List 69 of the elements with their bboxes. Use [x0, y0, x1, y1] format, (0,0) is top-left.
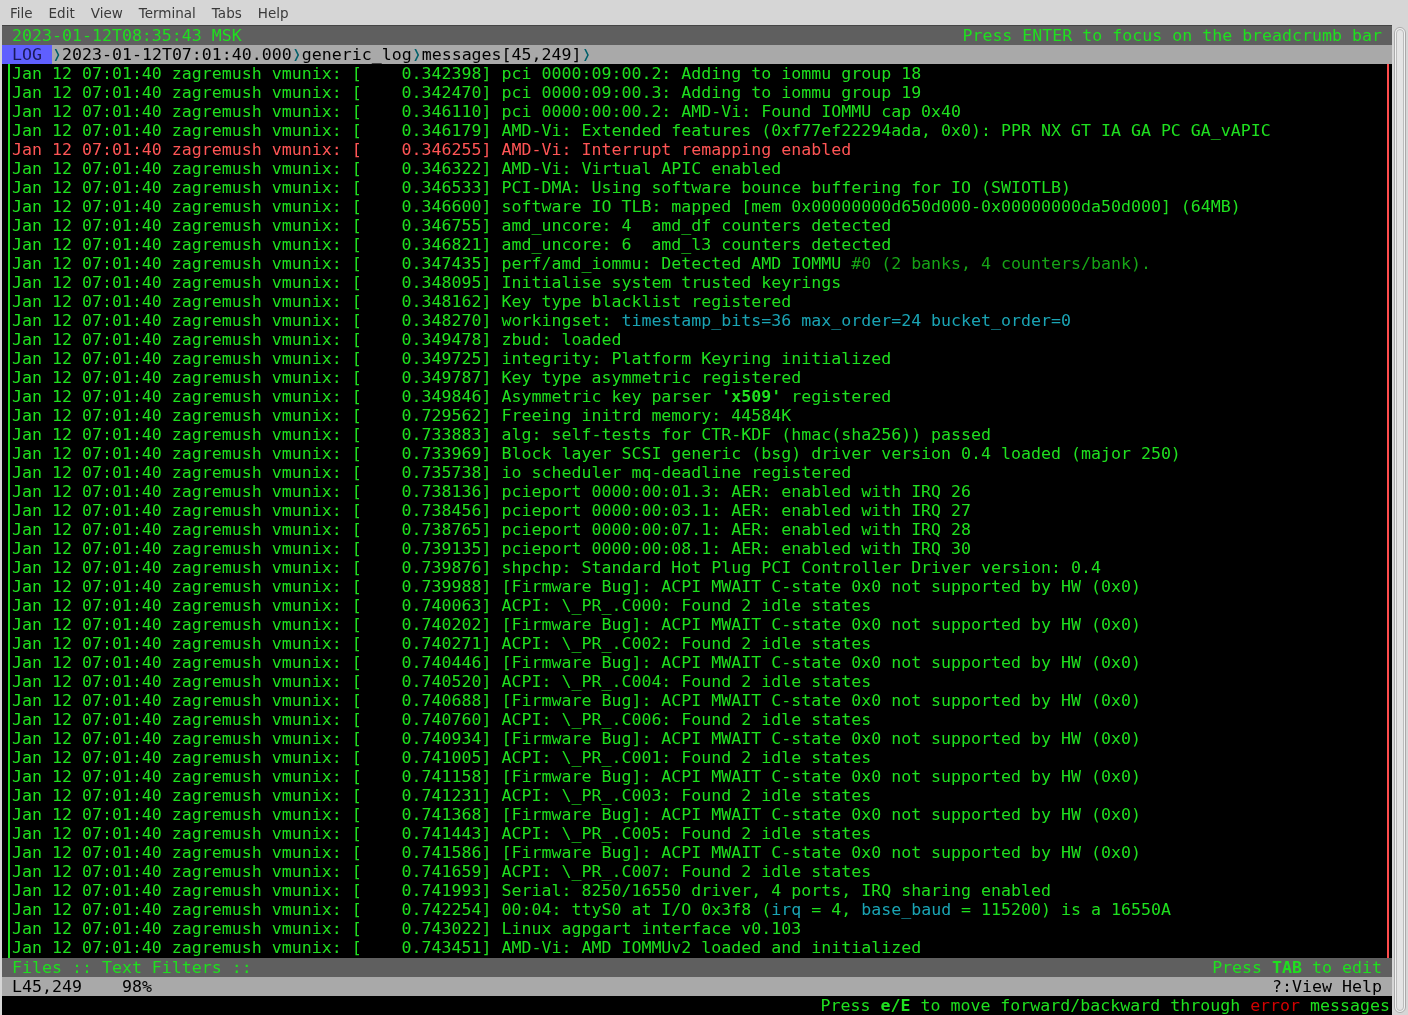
log-line: Jan 12 07:01:40 zagremush vmunix: [ 0.741443] ACPI: \_PR_.C005: Found 2 idle states: [12, 824, 873, 843]
log-line: Jan 12 07:01:40 zagremush vmunix: [ 0.733969] Block layer SCSI generic (bsg) driver version 0.4 loaded (major 250): [12, 444, 1182, 463]
breadcrumb-separator: ❭: [411, 45, 422, 64]
log-line: Jan 12 07:01:40 zagremush vmunix: [ 0.348095] Initialise system trusted keyrings: [12, 273, 843, 292]
log-line: Jan 12 07:01:40 zagremush vmunix: [ 0.741659] ACPI: \_PR_.C007: Found 2 idle states: [12, 862, 873, 881]
log-line: Jan 12 07:01:40 zagremush vmunix: [ 0.346533] PCI-DMA: Using software bounce buffering for IO (SWIOTLB): [12, 178, 1072, 197]
menu-item[interactable]: File: [2, 4, 41, 21]
log-line: Jan 12 07:01:40 zagremush vmunix: [ 0.729562] Freeing initrd memory: 44584K: [12, 406, 793, 425]
log-line: Jan 12 07:01:40 zagremush vmunix: [ 0.733883] alg: self-tests for CTR-KDF (hmac(sha256)) passed: [12, 425, 993, 444]
scrollbar[interactable]: [1394, 27, 1406, 1013]
message-text: Press e/E to move forward/backward through error messages: [820, 996, 1390, 1015]
hint-text: Press TAB to edit: [1212, 958, 1382, 977]
line-position-text: L45,249: [12, 977, 82, 996]
log-line: Jan 12 07:01:40 zagremush vmunix: [ 0.349846] Asymmetric key parser 'x509' registered: [12, 387, 893, 406]
log-line: Jan 12 07:01:40 zagremush vmunix: [ 0.740760] ACPI: \_PR_.C006: Found 2 idle states: [12, 710, 873, 729]
log-line: Jan 12 07:01:40 zagremush vmunix: [ 0.346110] pci 0000:00:00.2: AMD-Vi: Found IOMMU cap 0x40: [12, 102, 963, 121]
log-line: Jan 12 07:01:40 zagremush vmunix: [ 0.741231] ACPI: \_PR_.C003: Found 2 idle states: [12, 786, 873, 805]
log-line: Jan 12 07:01:40 zagremush vmunix: [ 0.346600] software IO TLB: mapped [mem 0x00000000d650d000-0x00000000da50d000] (64MB): [12, 197, 1242, 216]
log-line: Jan 12 07:01:40 zagremush vmunix: [ 0.740934] [Firmware Bug]: ACPI MWAIT C-state 0x0 not supported by HW (0x0): [12, 729, 1142, 748]
log-line: Jan 12 07:01:40 zagremush vmunix: [ 0.738765] pcieport 0000:00:07.1: AER: enabled with IRQ 28: [12, 520, 973, 539]
log-line: Jan 12 07:01:40 zagremush vmunix: [ 0.741586] [Firmware Bug]: ACPI MWAIT C-state 0x0 not supported by HW (0x0): [12, 843, 1142, 862]
breadcrumb-separator: ❭: [291, 45, 302, 64]
log-line: Jan 12 07:01:40 zagremush vmunix: [ 0.740688] [Firmware Bug]: ACPI MWAIT C-state 0x0 not supported by HW (0x0): [12, 691, 1142, 710]
log-line: Jan 12 07:01:40 zagremush vmunix: [ 0.739135] pcieport 0000:00:08.1: AER: enabled with IRQ 30: [12, 539, 973, 558]
breadcrumb-item[interactable]: messages[45,249]: [421, 45, 582, 64]
percent-text: 98%: [121, 977, 152, 996]
breadcrumb-item[interactable]: 2023-01-12T07:01:40.000: [62, 45, 292, 64]
log-line: Jan 12 07:01:40 zagremush vmunix: [ 0.346179] AMD-Vi: Extended features (0xf77ef22294ada, 0x0): PPR NX GT IA GA PC GA_vAPIC: [12, 121, 1272, 140]
log-line: Jan 12 07:01:40 zagremush vmunix: [ 0.743451] AMD-Vi: AMD IOMMUv2 loaded and initialized: [12, 938, 923, 957]
log-line: Jan 12 07:01:40 zagremush vmunix: [ 0.346322] AMD-Vi: Virtual APIC enabled: [12, 159, 783, 178]
log-line: Jan 12 07:01:40 zagremush vmunix: [ 0.741993] Serial: 8250/16550 driver, 4 ports, IRQ sharing enabled: [12, 881, 1052, 900]
panel-tabs-text[interactable]: Files :: Text Filters ::: [12, 958, 252, 977]
log-line: Jan 12 07:01:40 zagremush vmunix: [ 0.348162] Key type blacklist registered: [12, 292, 793, 311]
log-line: Jan 12 07:01:40 zagremush vmunix: [ 0.342470] pci 0000:09:00.3: Adding to iommu group 19: [12, 83, 923, 102]
menu-item[interactable]: Edit: [40, 4, 83, 21]
log-line: Jan 12 07:01:40 zagremush vmunix: [ 0.739988] [Firmware Bug]: ACPI MWAIT C-state 0x0 not supported by HW (0x0): [12, 577, 1142, 596]
log-line: Jan 12 07:01:40 zagremush vmunix: [ 0.740063] ACPI: \_PR_.C000: Found 2 idle states: [12, 596, 873, 615]
log-line: Jan 12 07:01:40 zagremush vmunix: [ 0.347435] perf/amd_iommu: Detected AMD IOMMU #0 (2 banks, 4 counters/bank).: [12, 254, 1152, 273]
log-line: Jan 12 07:01:40 zagremush vmunix: [ 0.346821] amd_uncore: 6 amd_l3 counters detected: [12, 235, 893, 254]
log-line: Jan 12 07:01:40 zagremush vmunix: [ 0.349787] Key type asymmetric registered: [12, 368, 803, 387]
log-line: Jan 12 07:01:40 zagremush vmunix: [ 0.740202] [Firmware Bug]: ACPI MWAIT C-state 0x0 not supported by HW (0x0): [12, 615, 1142, 634]
breadcrumb-separator: ❭: [581, 45, 592, 64]
log-line: Jan 12 07:01:40 zagremush vmunix: [ 0.348270] workingset: timestamp_bits=36 max_order=24 bucket_order=0: [12, 311, 1072, 330]
log-line: Jan 12 07:01:40 zagremush vmunix: [ 0.741005] ACPI: \_PR_.C001: Found 2 idle states: [12, 748, 873, 767]
menu-item[interactable]: Tabs: [203, 4, 250, 21]
log-line: Jan 12 07:01:40 zagremush vmunix: [ 0.740520] ACPI: \_PR_.C004: Found 2 idle states: [12, 672, 873, 691]
log-line: Jan 12 07:01:40 zagremush vmunix: [ 0.735738] io scheduler mq-deadline registered: [12, 463, 853, 482]
log-line: Jan 12 07:01:40 zagremush vmunix: [ 0.346755] amd_uncore: 4 amd_df counters detected: [12, 216, 893, 235]
log-line: Jan 12 07:01:40 zagremush vmunix: [ 0.740271] ACPI: \_PR_.C002: Found 2 idle states: [12, 634, 873, 653]
help-text: ?:View Help: [1272, 977, 1382, 996]
log-line: Jan 12 07:01:40 zagremush vmunix: [ 0.741368] [Firmware Bug]: ACPI MWAIT C-state 0x0 not supported by HW (0x0): [12, 805, 1142, 824]
log-line: Jan 12 07:01:40 zagremush vmunix: [ 0.739876] shpchp: Standard Hot Plug PCI Controller Driver version: 0.4: [12, 558, 1102, 577]
clock-text: 2023-01-12T08:35:43 MSK: [12, 26, 242, 45]
log-line: Jan 12 07:01:40 zagremush vmunix: [ 0.741158] [Firmware Bug]: ACPI MWAIT C-state 0x0 not supported by HW (0x0): [12, 767, 1142, 786]
log-line: Jan 12 07:01:40 zagremush vmunix: [ 0.743022] Linux agpgart interface v0.103: [12, 919, 803, 938]
breadcrumb-item[interactable]: generic_log: [301, 45, 412, 64]
breadcrumb-separator: ❭: [52, 45, 62, 64]
menu-item[interactable]: Help: [249, 4, 297, 21]
log-line: Jan 12 07:01:40 zagremush vmunix: [ 0.349725] integrity: Platform Keyring initialized: [12, 349, 893, 368]
hint-text: Press ENTER to focus on the breadcrumb bar: [962, 26, 1382, 45]
log-line: Jan 12 07:01:40 zagremush vmunix: [ 0.349478] zbud: loaded: [12, 330, 623, 349]
log-line: Jan 12 07:01:40 zagremush vmunix: [ 0.346255] AMD-Vi: Interrupt remapping enabled: [12, 140, 853, 159]
log-line: Jan 12 07:01:40 zagremush vmunix: [ 0.738456] pcieport 0000:00:03.1: AER: enabled with IRQ 27: [12, 501, 973, 520]
log-line: Jan 12 07:01:40 zagremush vmunix: [ 0.742254] 00:04: ttyS0 at I/O 0x3f8 (irq = 4, base_baud = 115200) is a 16550A: [12, 900, 1172, 919]
log-line: Jan 12 07:01:40 zagremush vmunix: [ 0.738136] pcieport 0000:00:01.3: AER: enabled with IRQ 26: [12, 482, 973, 501]
log-line: Jan 12 07:01:40 zagremush vmunix: [ 0.342398] pci 0000:09:00.2: Adding to iommu group 18: [12, 64, 923, 83]
log-line: Jan 12 07:01:40 zagremush vmunix: [ 0.740446] [Firmware Bug]: ACPI MWAIT C-state 0x0 not supported by HW (0x0): [12, 653, 1142, 672]
menu-item[interactable]: Terminal: [130, 4, 204, 21]
menu-item[interactable]: View: [82, 4, 131, 21]
